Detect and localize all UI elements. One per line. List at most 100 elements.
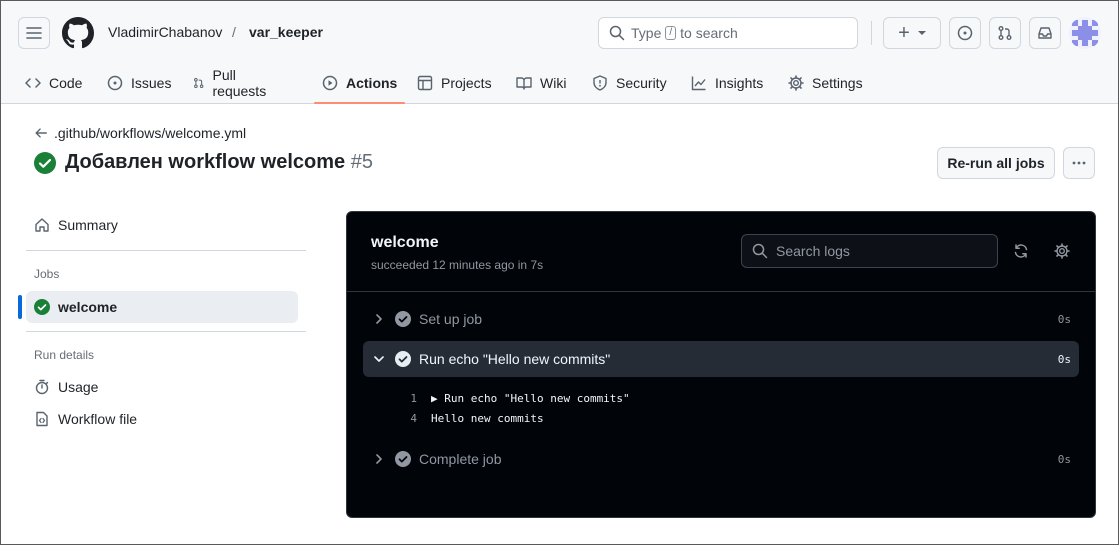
tab-label: Insights xyxy=(715,75,764,91)
step-duration: 0s xyxy=(1057,312,1071,326)
sidebar-summary-label: Summary xyxy=(58,217,118,233)
sidebar-job-item[interactable]: welcome xyxy=(34,299,117,315)
tab-issues[interactable]: Issues xyxy=(107,63,171,103)
table-icon xyxy=(417,75,433,91)
search-shortcut-key: / xyxy=(665,26,677,40)
issue-opened-icon xyxy=(957,25,973,41)
search-logs-input[interactable]: Search logs xyxy=(741,234,998,268)
github-logo-icon[interactable] xyxy=(62,17,94,49)
repo-link[interactable]: var_keeper xyxy=(249,24,323,40)
global-search-input[interactable]: Type / to search xyxy=(598,17,858,49)
sidebar-jobs-heading: Jobs xyxy=(34,267,60,281)
log-line[interactable]: 4 Hello new commits xyxy=(387,412,544,425)
step-name: Set up job xyxy=(419,311,483,327)
file-code-icon xyxy=(36,411,48,427)
step-duration: 0s xyxy=(1057,352,1071,366)
search-logs-placeholder: Search logs xyxy=(776,243,850,259)
log-line-number: 1 xyxy=(410,392,417,405)
run-title: Добавлен workflow welcome #5 xyxy=(34,151,373,174)
search-placeholder-end: to search xyxy=(680,25,738,41)
tab-label: Projects xyxy=(441,75,492,91)
git-pull-request-icon xyxy=(194,77,204,89)
sidebar-run-details-heading: Run details xyxy=(34,348,95,362)
sidebar-usage-label: Usage xyxy=(58,379,99,395)
arrow-left-icon xyxy=(35,128,47,138)
run-number: #5 xyxy=(350,151,373,173)
sync-icon[interactable] xyxy=(1013,243,1029,259)
log-line-text: Hello new commits xyxy=(431,412,544,425)
log-line-text: ▶ Run echo "Hello new commits" xyxy=(431,392,630,405)
step-name: Complete job xyxy=(419,451,502,467)
log-step-set-up-job[interactable]: Set up job 0s xyxy=(363,301,1079,337)
global-header: VladimirChabanov / var_keeper Type / to … xyxy=(1,1,1118,104)
inbox-icon xyxy=(1038,27,1052,39)
breadcrumb-separator: / xyxy=(232,24,236,40)
play-icon xyxy=(322,75,338,91)
tab-label: Issues xyxy=(131,75,172,91)
sidebar-usage[interactable]: Usage xyxy=(34,379,98,395)
job-log-panel: welcome succeeded 12 minutes ago in 7s S… xyxy=(346,211,1096,518)
rerun-all-jobs-button[interactable]: Re-run all jobs xyxy=(937,147,1055,179)
code-icon xyxy=(25,78,41,88)
tab-label: Code xyxy=(49,75,83,91)
search-icon xyxy=(609,25,625,41)
plus-icon: + xyxy=(898,22,910,44)
sidebar-workflow-file[interactable]: Workflow file xyxy=(34,411,137,427)
chevron-right-icon xyxy=(376,454,382,464)
check-circle-fill-icon xyxy=(34,151,56,174)
git-pull-request-icon xyxy=(998,26,1012,40)
run-title-text: Добавлен workflow welcome xyxy=(65,151,346,173)
job-name: welcome xyxy=(371,234,439,251)
tab-actions[interactable]: Actions xyxy=(313,63,406,104)
avatar[interactable] xyxy=(1069,17,1101,49)
sidebar-job-label: welcome xyxy=(58,299,118,315)
tab-label: Wiki xyxy=(540,75,567,91)
tab-insights[interactable]: Insights xyxy=(691,63,763,103)
tab-label: Actions xyxy=(346,75,398,91)
stopwatch-icon xyxy=(35,379,49,395)
step-name: Run echo "Hello new commits" xyxy=(419,351,611,367)
pull-requests-button[interactable] xyxy=(989,17,1021,49)
tab-pull-requests[interactable]: Pull requests xyxy=(193,63,271,103)
workflow-file-path: .github/workflows/welcome.yml xyxy=(54,125,247,141)
check-circle-fill-icon xyxy=(395,351,411,367)
gear-icon xyxy=(788,75,804,91)
tab-code[interactable]: Code xyxy=(25,63,82,103)
sidebar-divider xyxy=(26,331,306,332)
owner-link[interactable]: VladimirChabanov xyxy=(108,24,222,40)
create-new-button[interactable]: + xyxy=(883,17,941,49)
issue-opened-icon xyxy=(107,75,123,91)
header-divider xyxy=(871,21,872,45)
gear-icon[interactable] xyxy=(1054,243,1070,259)
selected-indicator xyxy=(18,295,22,319)
shield-icon xyxy=(593,75,607,91)
tab-settings[interactable]: Settings xyxy=(788,63,863,103)
check-circle-fill-icon xyxy=(395,451,411,467)
menu-button[interactable] xyxy=(18,17,50,49)
step-duration: 0s xyxy=(1057,452,1071,466)
sidebar-divider xyxy=(26,250,306,251)
triangle-down-icon xyxy=(917,31,926,35)
more-options-button[interactable] xyxy=(1063,147,1095,179)
issues-button[interactable] xyxy=(949,17,981,49)
log-step-complete-job[interactable]: Complete job 0s xyxy=(363,441,1079,477)
hamburger-icon xyxy=(26,27,42,39)
sidebar-summary[interactable]: Summary xyxy=(34,217,118,233)
tab-security[interactable]: Security xyxy=(592,63,667,103)
workflow-back-link[interactable]: .github/workflows/welcome.yml xyxy=(34,125,246,141)
tab-wiki[interactable]: Wiki xyxy=(516,63,566,103)
book-icon xyxy=(516,77,532,90)
sidebar-workflow-file-label: Workflow file xyxy=(58,411,138,427)
panel-divider xyxy=(347,291,1095,292)
log-step-run-echo[interactable]: Run echo "Hello new commits" 0s xyxy=(363,341,1079,377)
check-circle-fill-icon xyxy=(34,299,50,315)
tab-label: Settings xyxy=(812,75,863,91)
tab-label: Pull requests xyxy=(212,67,267,99)
home-icon xyxy=(35,218,49,232)
tab-projects[interactable]: Projects xyxy=(417,63,492,103)
tab-label: Security xyxy=(616,75,667,91)
check-circle-fill-icon xyxy=(395,311,411,327)
log-line[interactable]: 1 ▶ Run echo "Hello new commits" xyxy=(387,392,630,405)
graph-icon xyxy=(691,76,706,91)
inbox-button[interactable] xyxy=(1029,17,1061,49)
